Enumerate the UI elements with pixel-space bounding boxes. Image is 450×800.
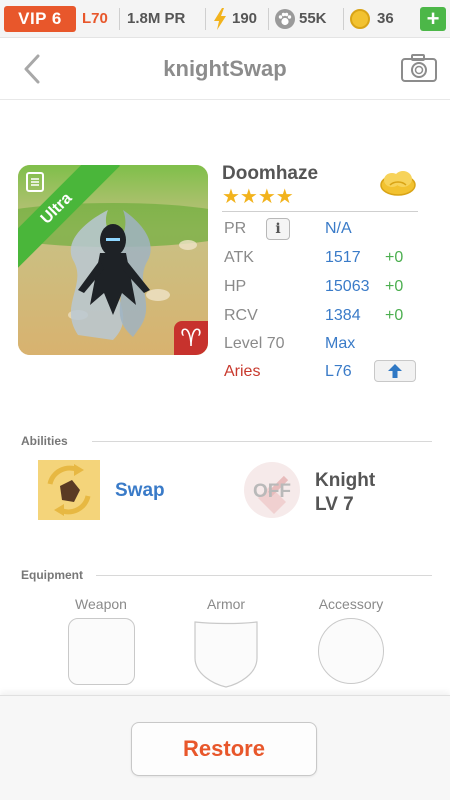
level-label: Level 70 [224, 335, 285, 352]
armor-slot[interactable] [193, 618, 259, 688]
knight-ability-name: Knight [315, 470, 376, 491]
coin-icon [350, 9, 370, 29]
aries-icon: ♈ [174, 321, 208, 355]
pr-value: N/A [325, 220, 352, 237]
monster-portrait[interactable]: Ultra ♈ [18, 165, 208, 355]
armor-label: Armor [206, 596, 246, 612]
add-coins-button[interactable]: + [420, 7, 446, 31]
divider [92, 441, 432, 442]
divider [205, 8, 206, 30]
off-label: OFF [253, 481, 291, 502]
level-value: Max [325, 335, 356, 352]
document-icon [26, 172, 44, 192]
rcv-value: 1384 [325, 307, 361, 324]
divider [119, 8, 120, 30]
accessory-label: Accessory [318, 596, 384, 612]
paw-icon [275, 9, 295, 29]
atk-label: ATK [224, 249, 254, 266]
upgrade-button[interactable] [374, 360, 416, 382]
pr-label: PR [224, 220, 247, 237]
accessory-slot[interactable] [318, 618, 384, 684]
zodiac-label: Aries [224, 363, 261, 380]
divider [96, 575, 432, 576]
vip-badge[interactable]: VIP 6 [4, 6, 76, 32]
hp-bonus: +0 [385, 278, 404, 295]
weapon-slot[interactable] [68, 618, 135, 685]
weapon-label: Weapon [75, 596, 127, 612]
coin-count: 36 [377, 10, 394, 27]
lightning-icon [214, 8, 226, 30]
hp-label: HP [224, 278, 247, 295]
status-bar: VIP 6 L70 1.8M PR 190 55K 36 + [0, 0, 450, 38]
rcv-bonus: +0 [385, 307, 404, 324]
swap-ability-icon[interactable] [38, 460, 100, 520]
player-pr: 1.8M PR [127, 10, 186, 27]
arrow-up-icon [388, 364, 402, 378]
knight-ability-level: LV 7 [315, 494, 354, 515]
restore-button[interactable]: Restore [131, 722, 317, 776]
zodiac-level: L76 [325, 363, 352, 380]
paw-count: 55K [299, 10, 327, 27]
abilities-title: Abilities [21, 434, 68, 448]
camera-icon[interactable] [400, 52, 438, 84]
page-title: knightSwap [163, 56, 287, 81]
star-rating: ★★★★ [222, 186, 294, 208]
divider [222, 211, 418, 212]
player-level: L70 [82, 10, 108, 27]
monster-name: Doomhaze [222, 163, 319, 184]
page-header: knightSwap [0, 38, 450, 100]
atk-bonus: +0 [385, 249, 404, 266]
swap-ability-label[interactable]: Swap [115, 480, 165, 502]
hp-value: 15063 [325, 278, 370, 295]
knight-ability-off-icon[interactable]: OFF [240, 458, 304, 522]
info-button[interactable]: i [266, 218, 290, 240]
equipment-title: Equipment [21, 568, 83, 582]
atk-value: 1517 [325, 249, 361, 266]
rcv-label: RCV [224, 307, 258, 324]
divider [268, 8, 269, 30]
energy-count: 190 [232, 10, 258, 27]
cloud-icon[interactable] [378, 168, 418, 198]
divider [343, 8, 344, 30]
